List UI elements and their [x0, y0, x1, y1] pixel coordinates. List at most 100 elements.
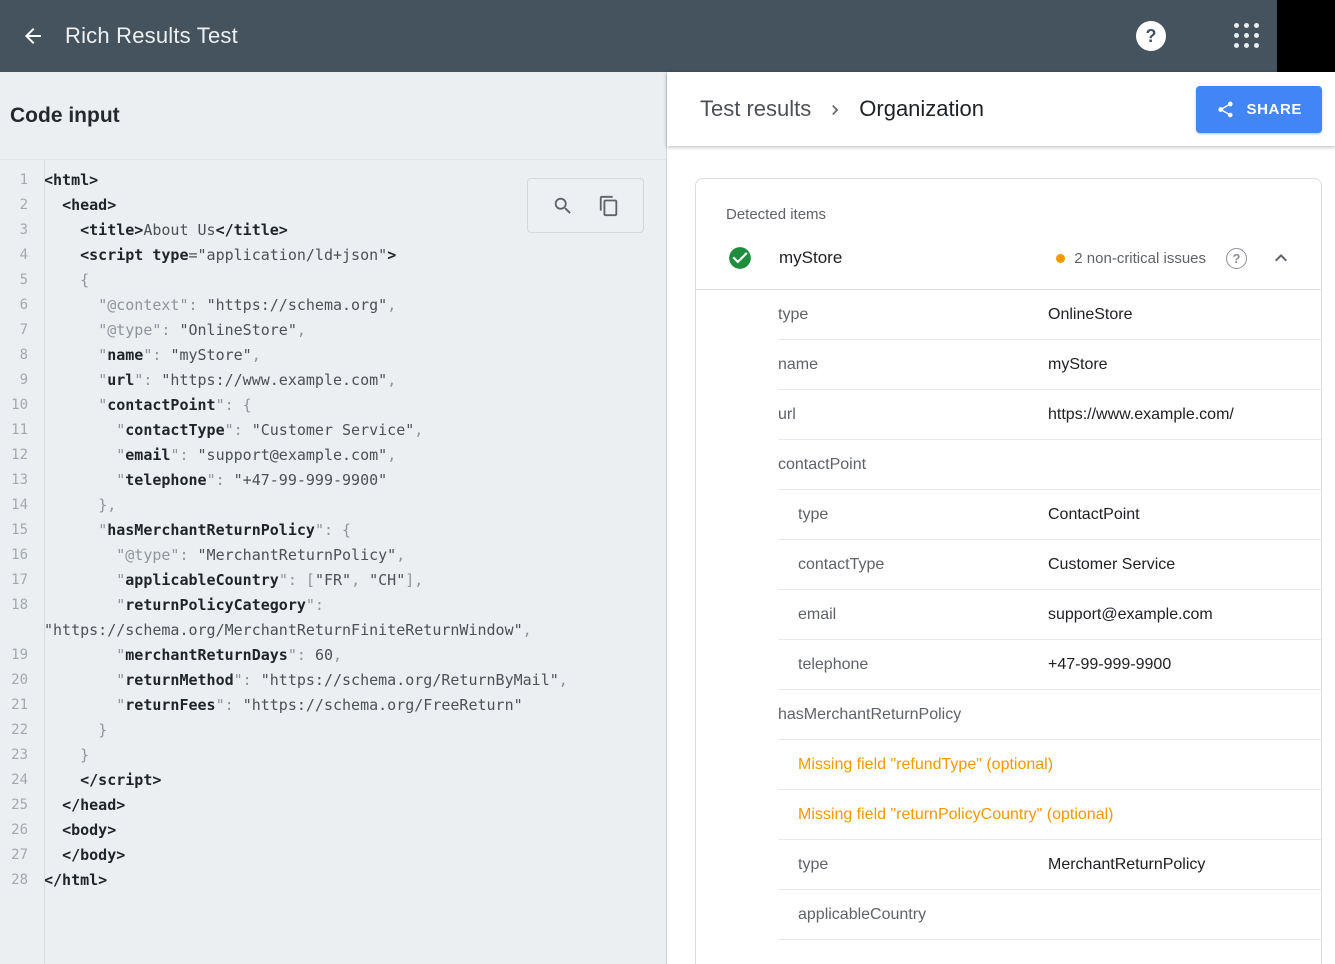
code-text: <body>: [36, 818, 666, 843]
line-number: 9: [0, 368, 36, 393]
code-line: 9 "url": "https://www.example.com",: [0, 368, 666, 393]
property-rows: typeOnlineStorenamemyStoreurlhttps://www…: [696, 290, 1321, 940]
check-circle-icon: [727, 245, 753, 271]
code-line: 21 "returnFees": "https://schema.org/Fre…: [0, 693, 666, 718]
code-line: 11 "contactType": "Customer Service",: [0, 418, 666, 443]
line-number: 23: [0, 743, 36, 768]
item-name: myStore: [779, 248, 842, 268]
property-label: hasMerchantReturnPolicy: [778, 706, 961, 724]
back-arrow-icon: [21, 24, 45, 48]
line-number: 22: [0, 718, 36, 743]
code-line: 19 "merchantReturnDays": 60,: [0, 643, 666, 668]
line-number: 24: [0, 768, 36, 793]
code-text: "@type": "MerchantReturnPolicy",: [36, 543, 666, 568]
code-text: "@type": "OnlineStore",: [36, 318, 666, 343]
code-text: "returnMethod": "https://schema.org/Retu…: [36, 668, 666, 693]
code-text: </html>: [36, 868, 666, 893]
code-line: 4 <script type="application/ld+json">: [0, 243, 666, 268]
code-text: "merchantReturnDays": 60,: [36, 643, 666, 668]
line-number: 26: [0, 818, 36, 843]
code-input-panel: Code input 1<html>2 <head>3 <title>About…: [0, 72, 667, 964]
property-label: type: [798, 506, 828, 524]
code-line: 17 "applicableCountry": ["FR", "CH"],: [0, 568, 666, 593]
code-lines: 1<html>2 <head>3 <title>About Us</title>…: [0, 168, 666, 893]
code-line: 25 </head>: [0, 793, 666, 818]
search-button[interactable]: [551, 194, 575, 218]
line-number: 25: [0, 793, 36, 818]
code-input-header: Code input: [0, 72, 666, 160]
line-number: 16: [0, 543, 36, 568]
property-value: OnlineStore: [1048, 306, 1133, 324]
code-line: 14 },: [0, 493, 666, 518]
line-number: 8: [0, 343, 36, 368]
app-header: Rich Results Test ?: [0, 0, 1335, 72]
code-text: "@context": "https://schema.org",: [36, 293, 666, 318]
code-text: </body>: [36, 843, 666, 868]
property-label: url: [778, 406, 796, 424]
code-line: 7 "@type": "OnlineStore",: [0, 318, 666, 343]
apps-grid-button[interactable]: [1234, 23, 1260, 49]
code-line: 6 "@context": "https://schema.org",: [0, 293, 666, 318]
property-value: MerchantReturnPolicy: [1048, 856, 1205, 874]
line-number: 7: [0, 318, 36, 343]
back-button[interactable]: [15, 18, 51, 54]
property-row: typeContactPoint: [696, 490, 1321, 540]
line-number: 17: [0, 568, 36, 593]
code-text: "email": "support@example.com",: [36, 443, 666, 468]
results-header: Test results Organization SHARE: [667, 72, 1335, 146]
issues-help-button[interactable]: ?: [1226, 248, 1247, 269]
property-label: contactPoint: [778, 456, 866, 474]
code-text: "hasMerchantReturnPolicy": {: [36, 518, 666, 543]
property-label: type: [778, 306, 808, 324]
property-label: email: [798, 606, 836, 624]
code-editor[interactable]: 1<html>2 <head>3 <title>About Us</title>…: [0, 160, 666, 964]
code-text: },: [36, 493, 666, 518]
detected-items-label: Detected items: [696, 179, 1321, 227]
property-label: telephone: [798, 656, 868, 674]
code-toolbar: [527, 178, 644, 233]
share-button[interactable]: SHARE: [1196, 86, 1322, 133]
code-input-title: Code input: [10, 104, 120, 128]
code-line: 18 "returnPolicyCategory": "https://sche…: [0, 593, 666, 643]
code-text: "contactType": "Customer Service",: [36, 418, 666, 443]
code-text: <script type="application/ld+json">: [36, 243, 666, 268]
property-row: contactPoint: [696, 440, 1321, 490]
property-label: type: [798, 856, 828, 874]
detected-items-card: Detected items myStore 2 non-critical is…: [695, 178, 1322, 964]
help-button[interactable]: ?: [1136, 21, 1166, 51]
warning-row[interactable]: Missing field "returnPolicyCountry" (opt…: [696, 790, 1321, 840]
breadcrumb-chevron-icon: [825, 100, 845, 120]
code-line: 26 <body>: [0, 818, 666, 843]
property-value: support@example.com: [1048, 606, 1213, 624]
line-number: 14: [0, 493, 36, 518]
collapse-item-button[interactable]: [1269, 246, 1293, 270]
code-line: 20 "returnMethod": "https://schema.org/R…: [0, 668, 666, 693]
detected-item-mystore[interactable]: myStore 2 non-critical issues ?: [696, 227, 1321, 289]
breadcrumb-test-results[interactable]: Test results: [700, 96, 811, 122]
code-line: 16 "@type": "MerchantReturnPolicy",: [0, 543, 666, 568]
property-label: name: [778, 356, 818, 374]
search-icon: [552, 195, 574, 217]
warning-row[interactable]: Missing field "refundType" (optional): [696, 740, 1321, 790]
copy-button[interactable]: [597, 194, 621, 218]
code-text: }: [36, 743, 666, 768]
help-circle-icon: ?: [1233, 252, 1241, 265]
code-text: "returnFees": "https://schema.org/FreeRe…: [36, 693, 666, 718]
line-number: 20: [0, 668, 36, 693]
line-number: 21: [0, 693, 36, 718]
line-number: 6: [0, 293, 36, 318]
code-line: 12 "email": "support@example.com",: [0, 443, 666, 468]
code-line: 24 </script>: [0, 768, 666, 793]
line-number: 28: [0, 868, 36, 893]
account-avatar-area[interactable]: [1277, 0, 1335, 72]
warning-message: Missing field "refundType" (optional): [798, 756, 1053, 774]
code-line: 13 "telephone": "+47-99-999-9900": [0, 468, 666, 493]
property-row: telephone+47-99-999-9900: [696, 640, 1321, 690]
line-number: 4: [0, 243, 36, 268]
property-value: myStore: [1048, 356, 1108, 374]
line-number: 12: [0, 443, 36, 468]
item-status: 2 non-critical issues ?: [1056, 246, 1293, 270]
code-line: 22 }: [0, 718, 666, 743]
line-number: 18: [0, 593, 36, 618]
code-line: 27 </body>: [0, 843, 666, 868]
